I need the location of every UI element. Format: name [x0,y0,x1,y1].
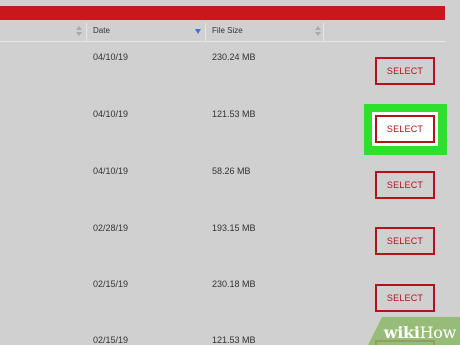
header-divider [323,23,324,41]
select-button[interactable]: SELECT [375,171,435,199]
top-accent-bar [0,6,445,20]
file-size-cell: 121.53 MB [212,109,256,119]
watermark-how: How [419,323,457,342]
file-size-cell: 121.53 MB [212,335,256,345]
file-size-cell: 230.24 MB [212,52,256,62]
sort-arrows-icon[interactable] [315,26,321,36]
sort-down-icon[interactable] [195,29,201,39]
select-button-highlighted[interactable]: SELECT [372,112,438,146]
file-size-column-header[interactable]: File Size [212,26,243,35]
wikihow-watermark: wikiHow [368,317,460,345]
header-divider [86,23,87,41]
select-button[interactable]: SELECT [375,57,435,85]
watermark-text: wikiHow [383,323,457,342]
date-cell: 02/28/19 [93,223,129,233]
date-cell: 02/15/19 [93,335,129,345]
date-cell: 04/10/19 [93,52,129,62]
table-header: Date File Size [0,23,445,42]
file-size-cell: 193.15 MB [212,223,256,233]
date-cell: 02/15/19 [93,279,129,289]
file-size-cell: 230.18 MB [212,279,256,289]
sort-arrows-icon[interactable] [76,26,82,36]
file-size-cell: 58.26 MB [212,166,251,176]
date-cell: 04/10/19 [93,166,129,176]
header-divider [205,23,206,41]
select-button[interactable]: SELECT [375,227,435,255]
date-column-header[interactable]: Date [93,26,110,35]
watermark-wiki: wiki [383,323,420,342]
date-cell: 04/10/19 [93,109,129,119]
select-button[interactable]: SELECT [375,284,435,312]
